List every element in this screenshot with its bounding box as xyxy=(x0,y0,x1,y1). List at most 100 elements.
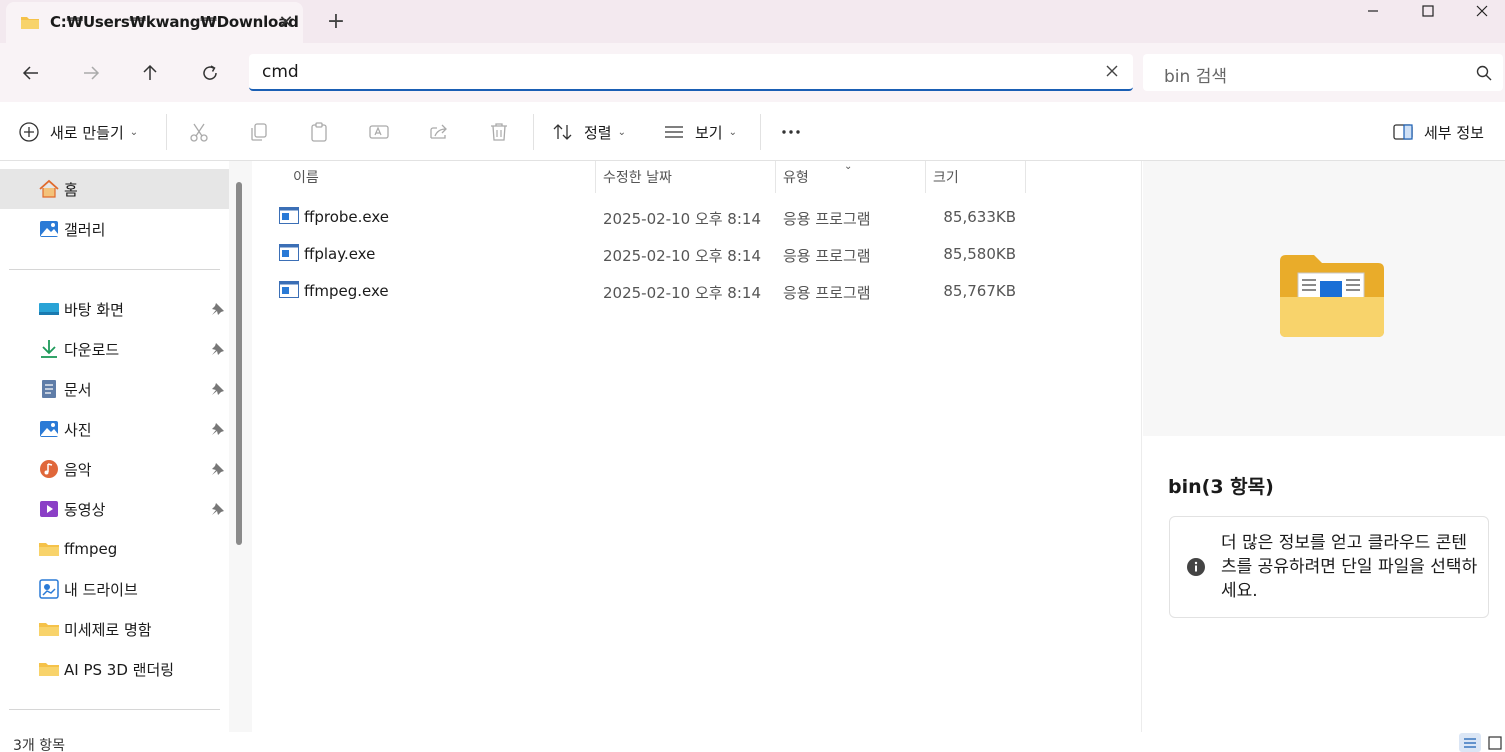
info-text: 더 많은 정보를 얻고 클라우드 콘텐츠를 공유하려면 단일 파일을 선택하세요… xyxy=(1221,533,1478,601)
minimize-icon xyxy=(1368,10,1378,12)
pin-icon[interactable] xyxy=(211,342,225,356)
tab-current[interactable]: C:₩Users₩kwang₩Download ✕ xyxy=(6,2,303,43)
copy-button[interactable] xyxy=(248,119,270,145)
delete-button[interactable] xyxy=(488,119,510,145)
search-input[interactable]: bin 검색 xyxy=(1164,62,1227,87)
share-button[interactable] xyxy=(428,119,450,145)
details-pane-button[interactable]: 세부 정보 xyxy=(1392,119,1484,145)
column-divider[interactable] xyxy=(775,161,776,193)
divider xyxy=(760,114,761,150)
navigation-bar: cmd bin 검색 xyxy=(0,43,1505,102)
sidebar-item-gallery[interactable]: 갤러리 xyxy=(0,209,229,249)
drive-icon xyxy=(39,579,59,599)
sidebar-item-label: 문서 xyxy=(64,380,92,399)
sidebar-item-downloads[interactable]: 다운로드 xyxy=(0,329,229,369)
sidebar-item-label: 다운로드 xyxy=(64,340,120,359)
close-window-button[interactable] xyxy=(1459,0,1505,22)
file-size: 85,633KB xyxy=(943,208,1016,226)
details-pane-icon xyxy=(1393,124,1413,140)
status-bar: 3개 항목 xyxy=(0,732,1505,752)
sidebar-item-label: 동영상 xyxy=(64,500,106,519)
new-button[interactable]: 새로 만들기 ⌄ xyxy=(18,119,138,145)
sidebar-scrollbar[interactable] xyxy=(236,182,242,545)
file-name: ffplay.exe xyxy=(304,245,376,263)
cut-button[interactable] xyxy=(188,119,210,145)
sort-label: 정렬 xyxy=(584,123,612,142)
divider xyxy=(533,114,534,150)
tab-close-button[interactable]: ✕ xyxy=(274,11,298,35)
more-options-button[interactable] xyxy=(780,119,802,145)
table-row[interactable]: ffmpeg.exe 2025-02-10 오후 8:14 응용 프로그램 85… xyxy=(274,274,1034,308)
up-button[interactable] xyxy=(133,56,167,90)
pin-icon[interactable] xyxy=(211,422,225,436)
sidebar-item-desktop[interactable]: 바탕 화면 xyxy=(0,289,229,329)
paste-button[interactable] xyxy=(308,119,330,145)
chevron-down-icon: ⌄ xyxy=(728,126,737,138)
sort-button[interactable]: 정렬 ⌄ xyxy=(552,119,626,145)
forward-button[interactable] xyxy=(74,56,108,90)
clear-icon[interactable] xyxy=(1101,60,1123,82)
folder-icon xyxy=(39,663,59,676)
file-type: 응용 프로그램 xyxy=(783,210,871,228)
item-count: 3개 항목 xyxy=(13,738,65,752)
table-row[interactable]: ffprobe.exe 2025-02-10 오후 8:14 응용 프로그램 8… xyxy=(274,200,1034,234)
sidebar-item-label: 바탕 화면 xyxy=(64,300,124,319)
address-bar[interactable]: cmd xyxy=(249,54,1133,91)
sidebar-item-videos[interactable]: 동영상 xyxy=(0,489,229,529)
file-list: 이름 수정한 날짜 유형 ⌄ 크기 ffprobe.exe 2025-02-10… xyxy=(252,161,1141,732)
tiles-view-icon xyxy=(1488,735,1502,750)
command-bar: 새로 만들기 ⌄ 정렬 ⌄ 보기 ⌄ 세부 정보 xyxy=(0,102,1505,161)
tiles-view-button[interactable] xyxy=(1484,733,1505,752)
column-header-size[interactable]: 크기 xyxy=(933,167,959,187)
pin-icon[interactable] xyxy=(211,382,225,396)
column-header-type[interactable]: 유형 xyxy=(783,167,809,187)
sidebar-item-ai-ps-3d[interactable]: AI PS 3D 랜더링 xyxy=(0,649,229,689)
view-button[interactable]: 보기 ⌄ xyxy=(663,119,737,145)
column-header-name[interactable]: 이름 xyxy=(293,167,319,187)
sidebar-item-business-card[interactable]: 미세제로 명함 xyxy=(0,609,229,649)
title-bar: C:₩Users₩kwang₩Download ✕ + xyxy=(0,0,1505,43)
search-icon[interactable] xyxy=(1475,64,1493,82)
address-input[interactable]: cmd xyxy=(262,62,299,82)
close-icon xyxy=(1476,5,1488,17)
view-label: 보기 xyxy=(695,123,723,142)
sidebar-item-documents[interactable]: 문서 xyxy=(0,369,229,409)
preview-area xyxy=(1143,161,1505,436)
minimize-button[interactable] xyxy=(1350,0,1396,22)
scissors-icon xyxy=(190,123,208,142)
list-view-icon xyxy=(665,126,683,138)
refresh-button[interactable] xyxy=(193,56,227,90)
details-label: 세부 정보 xyxy=(1424,123,1484,142)
rename-button[interactable] xyxy=(368,119,390,145)
file-date: 2025-02-10 오후 8:14 xyxy=(603,247,761,265)
column-divider[interactable] xyxy=(925,161,926,193)
pin-icon[interactable] xyxy=(211,502,225,516)
new-tab-button[interactable]: + xyxy=(323,9,349,35)
maximize-button[interactable] xyxy=(1405,0,1451,22)
column-divider[interactable] xyxy=(1025,161,1026,193)
trash-icon xyxy=(491,123,507,141)
tab-title: C:₩Users₩kwang₩Download xyxy=(50,13,299,31)
sidebar-item-label: 사진 xyxy=(64,420,92,439)
sidebar-item-home[interactable]: 홈 xyxy=(0,169,229,209)
details-view-button[interactable] xyxy=(1459,733,1481,752)
sidebar-divider xyxy=(9,269,220,270)
column-header-date[interactable]: 수정한 날짜 xyxy=(603,167,672,187)
folder-icon xyxy=(39,543,59,556)
search-box[interactable]: bin 검색 xyxy=(1143,54,1503,91)
exe-file-icon xyxy=(279,207,299,224)
pin-icon[interactable] xyxy=(211,302,225,316)
sidebar-divider xyxy=(9,709,220,710)
rename-icon xyxy=(369,125,389,139)
sort-icon xyxy=(553,124,572,140)
sidebar-item-my-drive[interactable]: 내 드라이브 xyxy=(0,569,229,609)
file-name: ffmpeg.exe xyxy=(304,282,389,300)
back-button[interactable] xyxy=(14,56,48,90)
column-divider[interactable] xyxy=(595,161,596,193)
pin-icon[interactable] xyxy=(211,462,225,476)
sidebar-item-music[interactable]: 음악 xyxy=(0,449,229,489)
sidebar-item-ffmpeg[interactable]: ffmpeg xyxy=(0,529,229,569)
sidebar-item-pictures[interactable]: 사진 xyxy=(0,409,229,449)
table-row[interactable]: ffplay.exe 2025-02-10 오후 8:14 응용 프로그램 85… xyxy=(274,237,1034,271)
info-box: 더 많은 정보를 얻고 클라우드 콘텐츠를 공유하려면 단일 파일을 선택하세요… xyxy=(1169,516,1489,618)
